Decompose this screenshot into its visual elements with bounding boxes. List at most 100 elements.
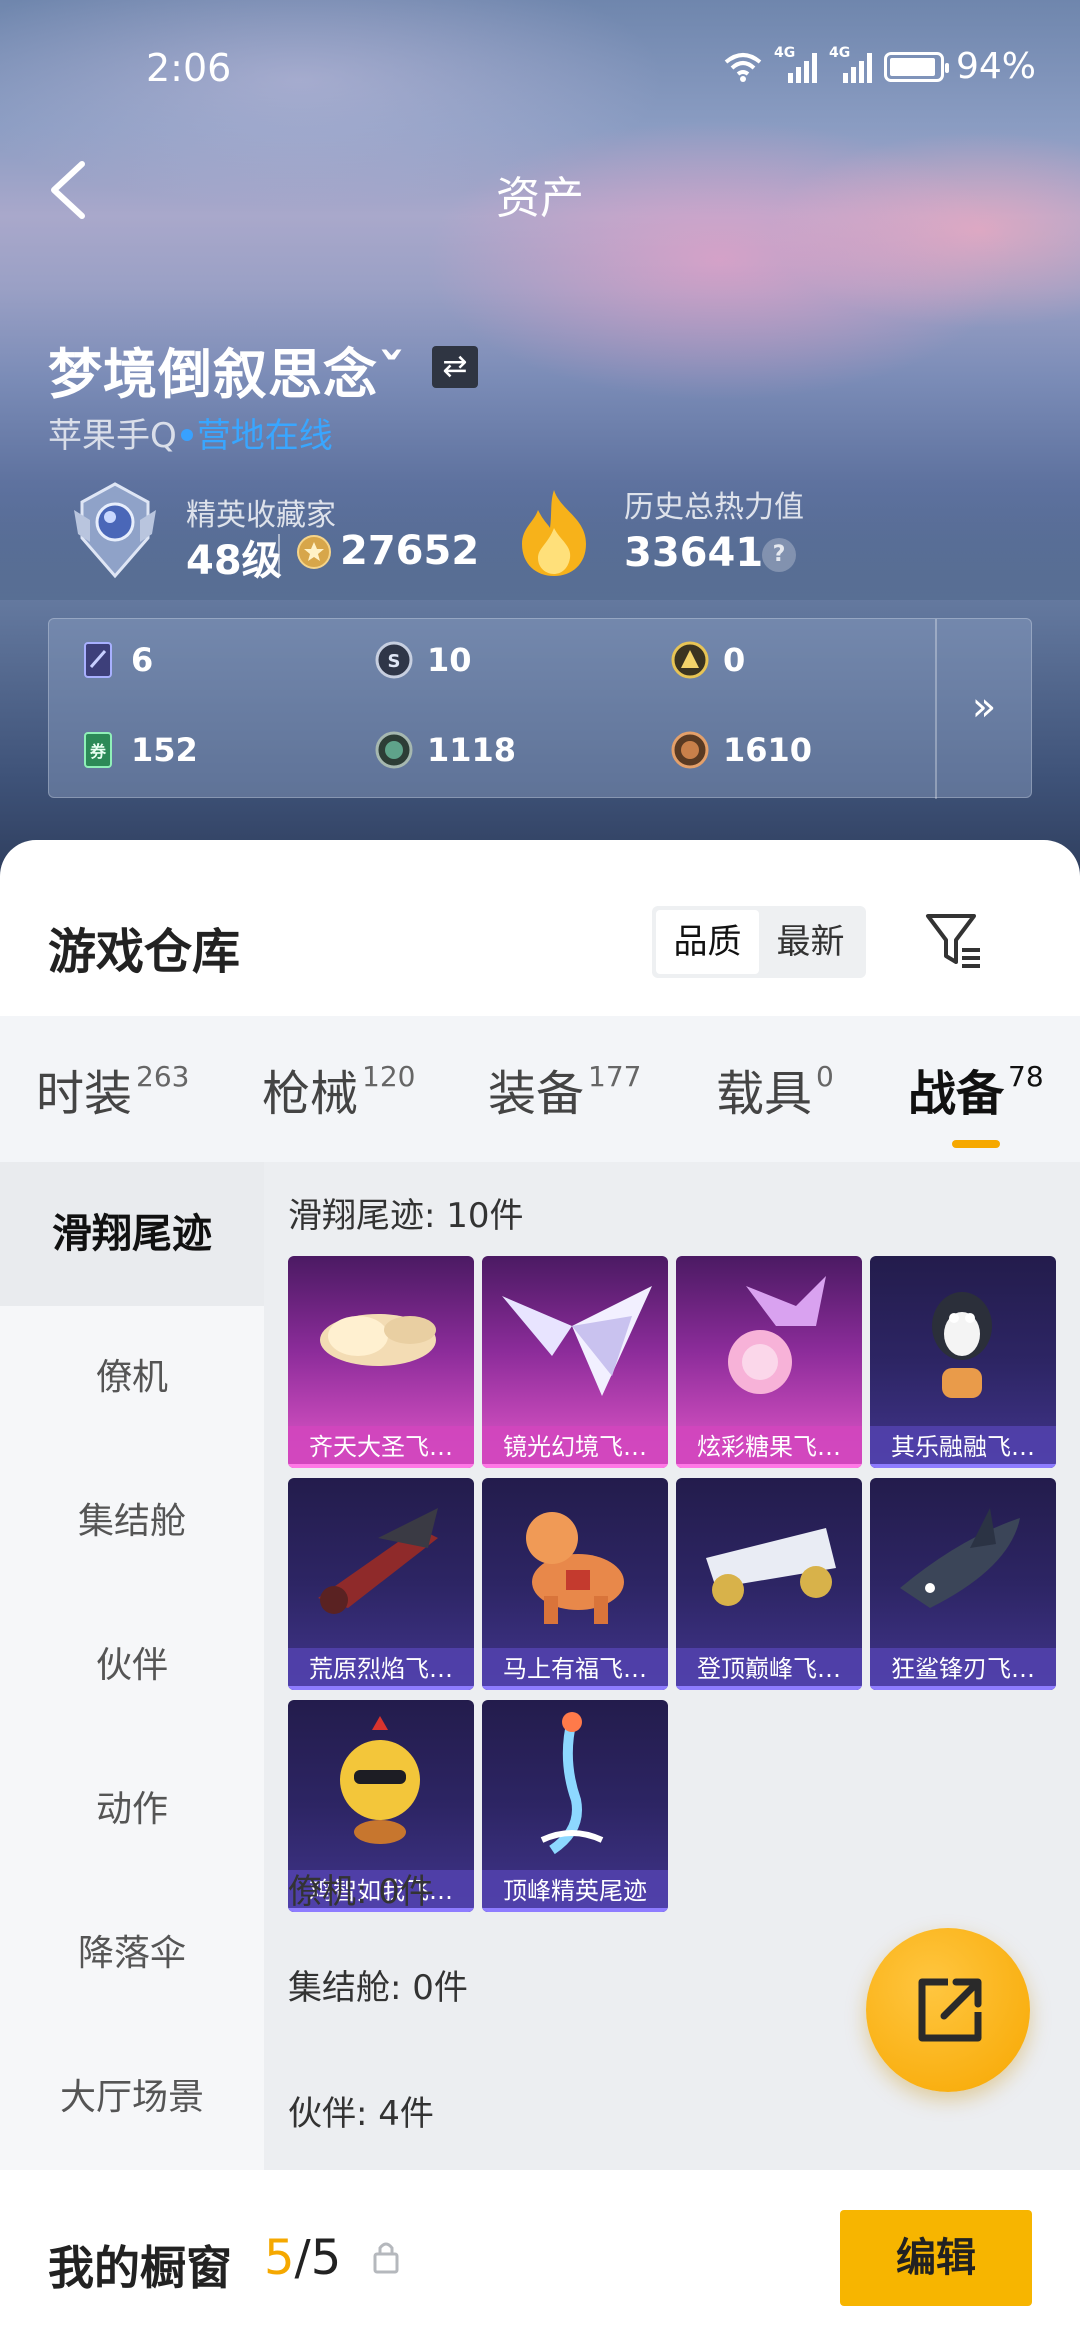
- section-header-wingman: 僚机: 0件: [288, 1872, 434, 1912]
- chicken-icon: [340, 1716, 420, 1844]
- heat-value: 33641: [624, 530, 764, 576]
- item-tile[interactable]: 马上有福飞…: [482, 1478, 668, 1690]
- candy-icon: [728, 1276, 826, 1394]
- item-label: 炫彩糖果飞…: [676, 1426, 862, 1468]
- tab-equipment[interactable]: 装备 177: [488, 1054, 641, 1124]
- svg-text:S: S: [388, 651, 401, 672]
- currency-item: 6: [79, 641, 153, 679]
- bronze-coin-icon: [671, 731, 709, 769]
- item-label: 马上有福飞…: [482, 1648, 668, 1690]
- player-name: 梦境倒叙思念ˇ: [48, 343, 406, 406]
- item-tile[interactable]: 顶峰精英尾迹: [482, 1700, 668, 1912]
- tab-battle-gear[interactable]: 战备 78: [908, 1054, 1044, 1124]
- sort-toggle: 品质 最新: [652, 906, 866, 978]
- silver-coin-icon: S: [375, 641, 413, 679]
- tab-vehicles[interactable]: 载具 0: [716, 1054, 834, 1124]
- toy-horse-icon: [526, 1512, 624, 1624]
- online-dot-icon: [180, 428, 193, 441]
- currency-item: 0: [671, 641, 745, 679]
- warehouse-title: 游戏仓库: [48, 924, 241, 980]
- currency-item: 券 152: [79, 731, 198, 769]
- svg-text:券: 券: [89, 742, 107, 761]
- item-tile[interactable]: 狂鲨锋刃飞…: [870, 1478, 1056, 1690]
- shark-icon: [900, 1508, 1020, 1608]
- item-label: 狂鲨锋刃飞…: [870, 1648, 1056, 1690]
- item-tile[interactable]: 炫彩糖果飞…: [676, 1256, 862, 1468]
- sub-nav-item-wingman[interactable]: 僚机: [0, 1306, 264, 1450]
- sub-nav-item-partner[interactable]: 伙伴: [0, 1594, 264, 1738]
- item-label: 顶峰精英尾迹: [482, 1870, 668, 1912]
- tab-guns[interactable]: 枪械 120: [262, 1054, 415, 1124]
- laurel-coin-icon: [297, 535, 331, 569]
- top-nav: 资产: [0, 150, 1080, 230]
- sort-latest-button[interactable]: 最新: [759, 910, 862, 974]
- player-level: 48级: [186, 538, 282, 584]
- item-tile[interactable]: 其乐融融飞…: [870, 1256, 1056, 1468]
- share-button[interactable]: [866, 1928, 1030, 2092]
- item-label: 荒原烈焰飞…: [288, 1648, 474, 1690]
- ticket-icon: 券: [84, 732, 112, 768]
- sub-nav-item-lobby-scene[interactable]: 大厅场景: [0, 2026, 264, 2170]
- rank-badge-icon: [74, 482, 156, 579]
- signal-icon-1: 4G: [774, 45, 817, 83]
- smoke-trail-icon: [540, 1712, 604, 1855]
- sort-quality-button[interactable]: 品质: [656, 910, 759, 974]
- golden-cloud-icon: [320, 1314, 436, 1366]
- section-header-capsule: 集结舱: 0件: [288, 1968, 468, 2008]
- online-status[interactable]: 营地在线: [197, 416, 333, 456]
- battery-percent: 94%: [955, 46, 1036, 87]
- section-header-glide: 滑翔尾迹: 10件: [288, 1196, 524, 1236]
- help-icon[interactable]: ?: [762, 538, 796, 572]
- wifi-icon: [724, 52, 762, 82]
- crystal-wings-icon: [502, 1286, 652, 1396]
- currency-panel[interactable]: 6 S 10 0 券 152 1118 1610 »: [48, 618, 1032, 799]
- section-header-partner: 伙伴: 4件: [288, 2094, 434, 2134]
- lock-icon: [373, 2242, 399, 2274]
- filter-icon[interactable]: [924, 910, 984, 972]
- sub-nav-item-capsule[interactable]: 集结舱: [0, 1450, 264, 1594]
- warehouse-card: 游戏仓库 品质 最新 时装 263 枪械 120 装备 177 载具 0 战备 78 滑翔…: [0, 840, 1080, 2340]
- sub-nav-item-glide-trail[interactable]: 滑翔尾迹: [0, 1162, 264, 1306]
- item-tile[interactable]: 齐天大圣飞…: [288, 1256, 474, 1468]
- currency-item: 1610: [671, 731, 812, 769]
- showcase-bar: 我的橱窗 5/5 编辑: [0, 2170, 1080, 2340]
- green-orb-icon: [375, 731, 413, 769]
- penguin-icon: [932, 1292, 992, 1398]
- item-label: 登顶巅峰飞…: [676, 1648, 862, 1690]
- showcase-title: 我的橱窗: [48, 2241, 232, 2295]
- currency-item: S 10: [375, 641, 472, 679]
- battery-icon: [883, 51, 949, 82]
- share-icon: [918, 1978, 982, 2042]
- item-label: 镜光幻境飞…: [482, 1426, 668, 1468]
- currency-more-button[interactable]: »: [935, 619, 1031, 799]
- sub-category-nav: 滑翔尾迹 僚机 集结舱 伙伴 动作 降落伞 大厅场景: [0, 1162, 264, 2222]
- page-title: 资产: [496, 173, 584, 224]
- item-label: 齐天大圣飞…: [288, 1426, 474, 1468]
- item-tile[interactable]: 荒原烈焰飞…: [288, 1478, 474, 1690]
- sub-nav-item-parachute[interactable]: 降落伞: [0, 1882, 264, 2026]
- collection-points: 27652: [340, 528, 480, 574]
- item-label: 其乐融融飞…: [870, 1426, 1056, 1468]
- status-time: 2:06: [146, 46, 232, 90]
- heat-label: 历史总热力值: [624, 490, 804, 525]
- sub-nav-item-emote[interactable]: 动作: [0, 1738, 264, 1882]
- item-tile[interactable]: 镜光幻境飞…: [482, 1256, 668, 1468]
- flame-icon: [522, 490, 586, 576]
- player-subline: 苹果手Q 营地在线: [48, 408, 333, 457]
- currency-item: 1118: [375, 731, 516, 769]
- stat-divider: [278, 534, 280, 574]
- status-right: 4G 4G 94%: [724, 45, 1036, 87]
- signal-icon-2: 4G: [829, 45, 872, 83]
- switch-account-icon[interactable]: ⇄: [432, 346, 478, 388]
- category-tabs: 时装 263 枪械 120 装备 177 载具 0 战备 78: [0, 1016, 1080, 1162]
- gold-coin-icon: [671, 641, 709, 679]
- red-jet-icon: [318, 1508, 438, 1614]
- edit-button[interactable]: 编辑: [840, 2210, 1032, 2306]
- tab-fashion[interactable]: 时装 263: [36, 1054, 189, 1124]
- white-jet-icon: [706, 1528, 836, 1606]
- showcase-count: 5/5: [264, 2230, 342, 2286]
- card-icon: [84, 642, 112, 678]
- active-tab-indicator: [952, 1140, 1000, 1148]
- item-tile[interactable]: 登顶巅峰飞…: [676, 1478, 862, 1690]
- platform-label: 苹果手Q: [48, 416, 177, 456]
